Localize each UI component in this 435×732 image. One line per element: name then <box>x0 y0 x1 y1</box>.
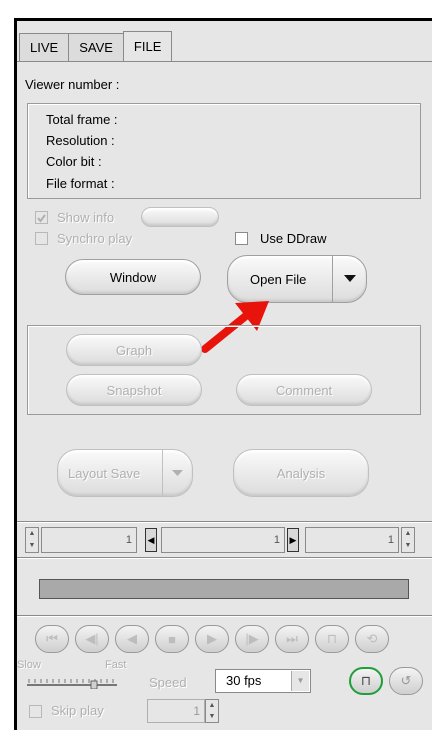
viewer-number-label: Viewer number : <box>25 77 120 92</box>
file-info-group: Total frame : Resolution : Color bit : F… <box>27 103 421 199</box>
tab-live[interactable]: LIVE <box>19 33 70 61</box>
tab-divider <box>17 61 432 62</box>
use-ddraw-label: Use DDraw <box>260 231 327 246</box>
layout-save-label: Layout Save <box>68 465 141 481</box>
open-file-label: Open File <box>250 271 307 287</box>
chevron-down-icon[interactable]: ▼ <box>291 671 309 691</box>
fast-label: Fast <box>105 659 127 671</box>
tab-bar: LIVE SAVE FILE <box>19 31 173 61</box>
tab-file[interactable]: FILE <box>122 31 173 61</box>
file-format-label: File format : <box>46 176 115 191</box>
stop-icon[interactable]: ■ <box>155 625 189 653</box>
color-bit-label: Color bit : <box>46 154 102 169</box>
skip-play-stepper[interactable]: ▲ ▼ <box>205 699 219 723</box>
progress-divider <box>17 557 432 559</box>
speed-label: Speed <box>149 675 187 690</box>
comment-button[interactable]: Comment <box>236 374 372 406</box>
skip-end-icon[interactable]: ⏭ <box>275 625 309 653</box>
graph-button[interactable]: Graph <box>66 334 202 366</box>
step-forward-icon[interactable]: |▶ <box>235 625 269 653</box>
synchro-play-label: Synchro play <box>57 231 133 246</box>
play-icon[interactable]: ▶ <box>195 625 229 653</box>
analysis-button[interactable]: Analysis <box>233 449 369 497</box>
use-ddraw-checkbox[interactable] <box>235 232 248 245</box>
slow-label: Slow <box>17 659 41 671</box>
end-marker-handle[interactable]: ▶ <box>287 528 299 552</box>
open-file-button[interactable]: Open File <box>227 255 367 303</box>
chevron-down-icon <box>172 469 183 476</box>
checkmark-icon <box>37 214 46 223</box>
end-frame-stepper[interactable]: ▲ ▼ <box>401 527 415 553</box>
tab-save[interactable]: SAVE <box>68 33 124 61</box>
play-back-icon[interactable]: ◀ <box>115 625 149 653</box>
layout-save-button[interactable]: Layout Save <box>57 449 193 497</box>
skip-play-value[interactable]: 1 <box>147 699 205 723</box>
pulse-mode-icon[interactable]: ⊓ <box>349 667 383 695</box>
loop-icon[interactable]: ⟲ <box>355 625 389 653</box>
chevron-down-icon <box>343 275 356 282</box>
speed-value: 30 fps <box>226 673 262 688</box>
show-info-label: Show info <box>57 210 115 225</box>
current-frame-value[interactable]: 1 <box>161 527 285 553</box>
pulse-icon[interactable]: ⊓ <box>315 625 349 653</box>
speed-slider[interactable] <box>27 675 117 690</box>
start-frame-value[interactable]: 1 <box>41 527 137 553</box>
playback-progress-bar <box>39 579 409 599</box>
synchro-play-checkbox[interactable] <box>35 232 48 245</box>
snapshot-button[interactable]: Snapshot <box>66 374 202 406</box>
open-file-dropdown[interactable] <box>332 256 366 302</box>
viewer-panel: LIVE SAVE FILE Viewer number : Total fra… <box>14 18 432 730</box>
end-frame-value[interactable]: 1 <box>305 527 399 553</box>
speed-select[interactable]: 30 fps ▼ <box>215 669 311 693</box>
repeat-icon[interactable]: ↺ <box>389 667 423 695</box>
resolution-label: Resolution : <box>46 133 115 148</box>
slider-ticks-icon <box>27 679 117 690</box>
edit-info-button[interactable] <box>141 207 219 227</box>
start-frame-stepper[interactable]: ▲ ▼ <box>25 527 39 553</box>
total-frame-label: Total frame : <box>46 112 118 127</box>
step-back-icon[interactable]: ◀| <box>75 625 109 653</box>
window-button[interactable]: Window <box>65 259 201 295</box>
controls-divider <box>17 615 432 617</box>
section-divider <box>17 521 432 523</box>
layout-save-dropdown[interactable] <box>162 450 192 496</box>
skip-play-label: Skip play <box>51 703 104 718</box>
show-info-checkbox[interactable] <box>35 211 48 224</box>
skip-start-icon[interactable]: ⏮ <box>35 625 69 653</box>
tools-group: Graph Snapshot Comment <box>27 325 421 415</box>
skip-play-checkbox[interactable] <box>29 705 42 718</box>
start-marker-handle[interactable]: ◀ <box>145 528 157 552</box>
